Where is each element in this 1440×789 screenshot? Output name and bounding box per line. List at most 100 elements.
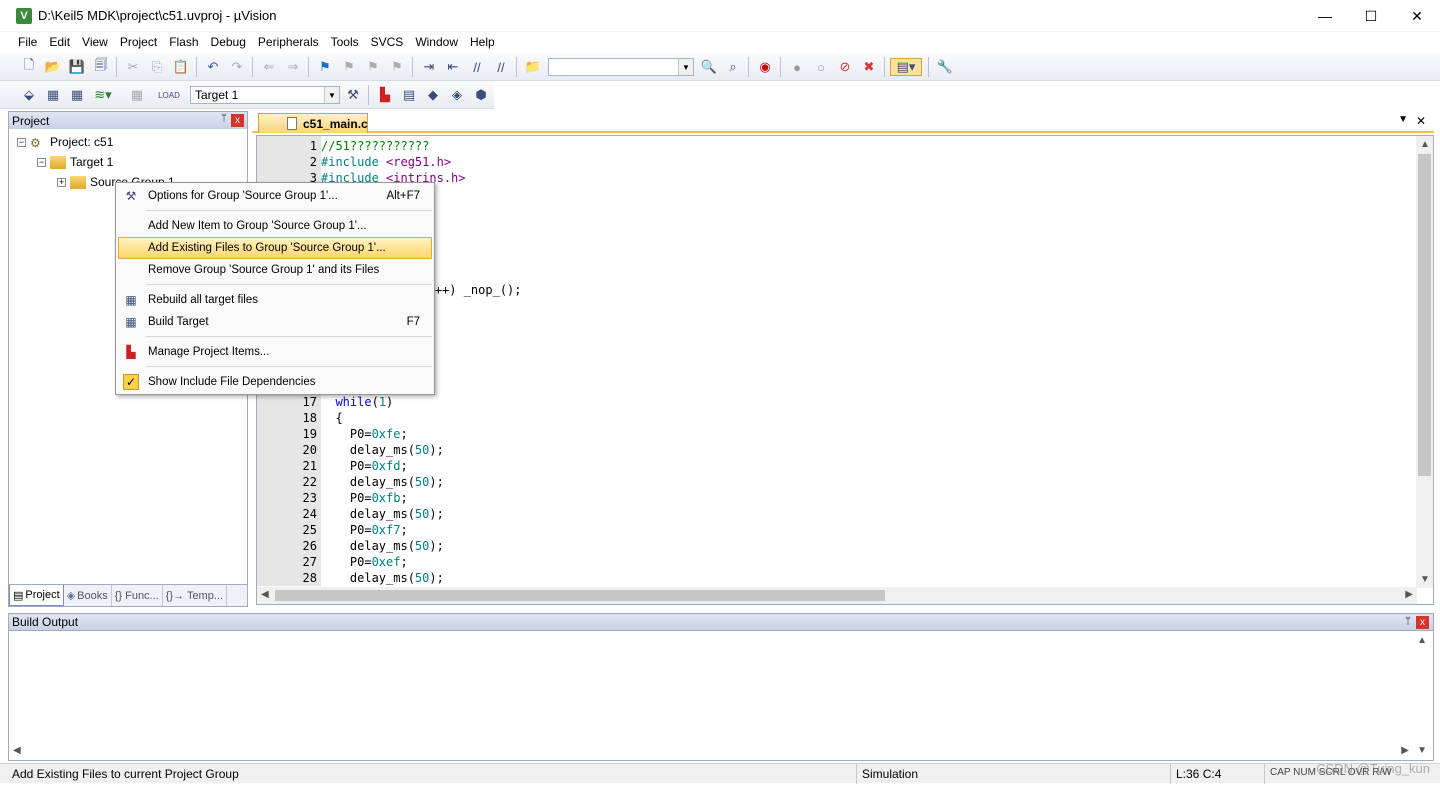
tree-project[interactable]: − ⚙ Project: c51 bbox=[17, 133, 113, 151]
next-bookmark-icon[interactable]: ⚑ bbox=[364, 58, 382, 76]
prev-bookmark-icon[interactable]: ⚑ bbox=[340, 58, 358, 76]
menu-peripherals[interactable]: Peripherals bbox=[252, 32, 325, 53]
breakpoint-icon[interactable]: ● bbox=[788, 58, 806, 76]
batch-build-icon[interactable]: ≋▾ bbox=[94, 86, 112, 104]
redo-icon[interactable]: ↷ bbox=[228, 58, 246, 76]
disable-breakpoint-icon[interactable]: ○ bbox=[812, 58, 830, 76]
menu-tools[interactable]: Tools bbox=[325, 32, 365, 53]
menu-debug[interactable]: Debug bbox=[205, 32, 252, 53]
new-file-icon[interactable]: 🗋 bbox=[20, 57, 38, 76]
panel-close-icon[interactable]: x bbox=[1416, 616, 1429, 629]
manage-rte-icon[interactable]: ◆ bbox=[424, 86, 442, 104]
code-line[interactable]: 19 P0=0xfe; bbox=[257, 426, 1407, 442]
menu-add-existing-files[interactable]: Add Existing Files to Group 'Source Grou… bbox=[118, 237, 432, 259]
bookmark-icon[interactable]: ⚑ bbox=[316, 58, 334, 76]
menu-remove-group[interactable]: Remove Group 'Source Group 1' and its Fi… bbox=[118, 259, 432, 281]
open-file-icon[interactable]: 📂 bbox=[44, 58, 62, 76]
select-packs-icon[interactable]: ▤ bbox=[400, 86, 418, 104]
scroll-left-icon[interactable]: ◀ bbox=[13, 745, 21, 756]
translate-icon[interactable]: ⬙ bbox=[20, 86, 38, 104]
kill-breakpoints-icon[interactable]: ✖ bbox=[860, 58, 878, 76]
code-line[interactable]: 26 delay_ms(50); bbox=[257, 538, 1407, 554]
unindent-icon[interactable]: ⇤ bbox=[444, 58, 462, 76]
pin-icon[interactable]: ᛘ bbox=[1405, 616, 1411, 627]
scroll-down-icon[interactable]: ▼ bbox=[1420, 574, 1430, 585]
code-line[interactable]: 23 P0=0xfb; bbox=[257, 490, 1407, 506]
code-line[interactable]: 21 P0=0xfd; bbox=[257, 458, 1407, 474]
scroll-right-icon[interactable]: ▶ bbox=[1405, 589, 1413, 600]
close-button[interactable]: ✕ bbox=[1394, 0, 1440, 32]
indent-icon[interactable]: ⇥ bbox=[420, 58, 438, 76]
code-line[interactable]: 18 { bbox=[257, 410, 1407, 426]
find-in-files-icon[interactable]: 📁 bbox=[524, 58, 542, 76]
code-line[interactable]: 22 delay_ms(50); bbox=[257, 474, 1407, 490]
code-line[interactable]: 1 //51??????????? bbox=[257, 138, 1407, 154]
code-line[interactable]: 25 P0=0xf7; bbox=[257, 522, 1407, 538]
tab-templates[interactable]: {}→ Temp... bbox=[163, 585, 228, 606]
pin-icon[interactable]: ᛘ bbox=[221, 113, 227, 124]
panel-close-icon[interactable]: x bbox=[231, 114, 244, 127]
tree-target[interactable]: − Target 1 bbox=[37, 153, 113, 171]
scroll-right-icon[interactable]: ▶ bbox=[1401, 745, 1409, 756]
code-line[interactable]: 2 #include <reg51.h> bbox=[257, 154, 1407, 170]
menu-show-include-deps[interactable]: ✓ Show Include File Dependencies bbox=[118, 371, 432, 393]
disable-all-breakpoints-icon[interactable]: ⊘ bbox=[836, 58, 854, 76]
undo-icon[interactable]: ↶ bbox=[204, 58, 222, 76]
stop-build-icon[interactable]: ▦ bbox=[128, 86, 146, 104]
component-icon[interactable]: ⬢ bbox=[472, 86, 490, 104]
collapse-icon[interactable]: − bbox=[17, 137, 26, 147]
target-options-icon[interactable]: ⚒ bbox=[344, 86, 362, 104]
download-icon[interactable]: LOAD bbox=[158, 86, 180, 104]
copy-icon[interactable]: ⎘ bbox=[148, 58, 166, 76]
scroll-up-icon[interactable]: ▲ bbox=[1420, 139, 1430, 150]
uncomment-icon[interactable]: // bbox=[492, 58, 510, 76]
scroll-down-icon[interactable]: ▼ bbox=[1417, 745, 1427, 756]
clear-bookmarks-icon[interactable]: ⚑ bbox=[388, 58, 406, 76]
nav-back-icon[interactable]: ⇐ bbox=[260, 58, 278, 76]
target-select[interactable]: Target 1 ▼ bbox=[190, 86, 340, 104]
code-line[interactable]: 28 delay_ms(50); bbox=[257, 570, 1407, 586]
menu-window[interactable]: Window bbox=[409, 32, 464, 53]
rebuild-icon[interactable]: ▦ bbox=[68, 86, 86, 104]
code-line[interactable]: 27 P0=0xef; bbox=[257, 554, 1407, 570]
manage-project-items-icon[interactable]: ▙ bbox=[376, 86, 394, 104]
menu-build-target[interactable]: ▦ Build Target F7 bbox=[118, 311, 432, 333]
save-all-icon[interactable]: 🗐 bbox=[92, 57, 110, 76]
comment-icon[interactable]: // bbox=[468, 58, 486, 76]
menu-rebuild-all[interactable]: ▦ Rebuild all target files bbox=[118, 289, 432, 311]
menu-edit[interactable]: Edit bbox=[43, 32, 76, 53]
maximize-button[interactable]: ☐ bbox=[1348, 0, 1394, 32]
editor-tab-c51-main[interactable]: c51_main.c bbox=[258, 113, 368, 133]
menu-options-for-group[interactable]: ⚒ Options for Group 'Source Group 1'... … bbox=[118, 185, 432, 207]
nav-forward-icon[interactable]: ⇒ bbox=[284, 58, 302, 76]
code-line[interactable]: 24 delay_ms(50); bbox=[257, 506, 1407, 522]
horizontal-scroll-thumb[interactable] bbox=[275, 590, 885, 601]
menu-view[interactable]: View bbox=[76, 32, 114, 53]
save-icon[interactable]: 💾 bbox=[68, 58, 86, 76]
code-line[interactable]: 17 while(1) bbox=[257, 394, 1407, 410]
menu-file[interactable]: File bbox=[12, 32, 43, 53]
tab-functions[interactable]: {} Func... bbox=[112, 585, 163, 606]
window-config-icon[interactable]: ▤▾ bbox=[890, 58, 922, 76]
collapse-icon[interactable]: − bbox=[37, 157, 46, 167]
menu-manage-project-items[interactable]: ▙ Manage Project Items... bbox=[118, 341, 432, 363]
menu-flash[interactable]: Flash bbox=[163, 32, 204, 53]
menu-add-new-item[interactable]: Add New Item to Group 'Source Group 1'..… bbox=[118, 215, 432, 237]
build-output-panel[interactable]: ▲ ▼ ◀ ▶ bbox=[8, 631, 1434, 761]
cut-icon[interactable]: ✂ bbox=[124, 58, 142, 76]
paste-icon[interactable]: 📋 bbox=[172, 58, 190, 76]
tab-project[interactable]: ▤ Project bbox=[9, 585, 64, 606]
vertical-scroll-thumb[interactable] bbox=[1418, 154, 1431, 476]
scroll-up-icon[interactable]: ▲ bbox=[1417, 635, 1427, 646]
incremental-find-icon[interactable]: ⌕ bbox=[724, 58, 742, 76]
tab-books[interactable]: ◈ Books bbox=[64, 585, 112, 606]
code-line[interactable]: 20 delay_ms(50); bbox=[257, 442, 1407, 458]
find-combo[interactable]: ▼ bbox=[548, 58, 694, 76]
expand-icon[interactable]: + bbox=[57, 177, 66, 187]
editor-close-icon[interactable]: ✕ bbox=[1416, 114, 1426, 128]
find-icon[interactable]: 🔍 bbox=[700, 58, 718, 76]
build-icon[interactable]: ▦ bbox=[44, 86, 62, 104]
horizontal-scrollbar[interactable]: ◀ ▶ bbox=[257, 587, 1417, 604]
scroll-left-icon[interactable]: ◀ bbox=[261, 589, 269, 600]
menu-project[interactable]: Project bbox=[114, 32, 163, 53]
